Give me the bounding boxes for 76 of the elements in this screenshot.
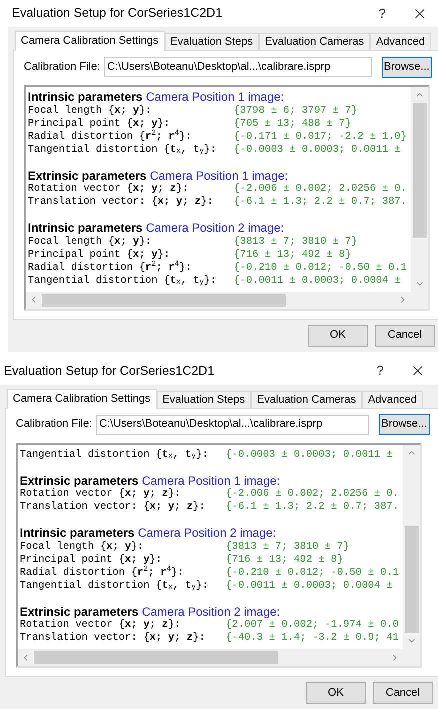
parameter-value: {716 ± 13; 492 ± 8}: [234, 248, 352, 262]
section-heading: Extrinsic parameters: [28, 168, 147, 182]
parameter-label: Translation vector: {x; y; z}:: [20, 632, 206, 645]
tab[interactable]: Evaluation Cameras: [259, 33, 370, 50]
parameter-value: {-0.0011 ± 0.0003; 0.0004 ±: [226, 580, 393, 592]
tab[interactable]: Advanced: [370, 33, 432, 50]
parameter-value: {-0.0011 ± 0.0003; 0.0004 ±: [234, 274, 401, 288]
parameter-value: {-2.006 ± 0.002; 2.0256 ± 0.: [234, 183, 408, 196]
help-button[interactable]: ?: [370, 4, 394, 24]
parameter-value: {-0.210 ± 0.012; -0.50 ± 0.1: [234, 262, 408, 274]
parameter-value: {705 ± 13; 488 ± 7}: [234, 118, 352, 130]
parameter-label: Focal length {x; y}:: [28, 104, 153, 118]
tab[interactable]: Camera Calibration Settings: [15, 31, 165, 51]
section-title: Camera Position 1 image:: [142, 474, 280, 488]
parameter-label: Focal length {x; y}:: [20, 540, 145, 554]
tab[interactable]: Evaluation Steps: [164, 33, 260, 50]
parameter-label: Tangential distortion {t$_{x}$, t$_{y}$}:: [28, 144, 218, 156]
window-title: Evaluation Setup for CorSeries1C2D1: [4, 362, 215, 380]
parameter-value: {3798 ± 6; 3797 ± 7}: [234, 104, 358, 118]
parameter-value: {716 ± 13; 492 ± 8}: [226, 554, 344, 566]
dialog-button[interactable]: OK: [308, 324, 368, 346]
parameter-label: Radial distortion {r$^{2}$; r$^{4}$}:: [28, 262, 193, 274]
section-title: Camera Position 2 image:: [142, 604, 280, 618]
calibration-file-field[interactable]: C:\Users\Boteanu\Desktop\al...\calibrare.isprp: [96, 414, 369, 434]
horizontal-scrollbar[interactable]: [18, 649, 420, 666]
window-title: Evaluation Setup for CorSeries1C2D1: [12, 5, 223, 22]
parameter-label: Principal point {x; y}:: [28, 118, 172, 130]
parameter-value: {-0.210 ± 0.012; -0.50 ± 0.1: [226, 566, 400, 580]
section-heading: Intrinsic parameters: [28, 90, 143, 104]
parameter-value: {-40.3 ± 1.4; -3.2 ± 0.9; 41: [226, 632, 400, 645]
horizontal-scrollbar[interactable]: [26, 292, 428, 308]
parameter-value: {-0.0003 ± 0.0003; 0.0011 ±: [226, 448, 393, 462]
parameter-label: Tangential distortion {t$_{x}$, t$_{y}$}:: [20, 448, 210, 462]
calibration-file-field[interactable]: C:\Users\Boteanu\Desktop\al...\calibrare.isprp: [104, 57, 372, 77]
dialog-button[interactable]: Cancel: [373, 682, 433, 704]
parameter-value: {2.007 ± 0.002; -1.974 ± 0.0: [226, 619, 400, 632]
parameter-label: Rotation vector {x; y; z}:: [28, 183, 190, 196]
browse-button[interactable]: Browse...: [378, 414, 430, 435]
tab[interactable]: Evaluation Steps: [156, 390, 252, 408]
parameter-label: Radial distortion {r$^{2}$; r$^{4}$}:: [20, 566, 185, 580]
field-label: Calibration File:: [24, 60, 100, 75]
parameter-value: {-6.1 ± 1.3; 2.2 ± 0.7; 387.: [226, 501, 400, 514]
parameter-value: {-0.0003 ± 0.0003; 0.0011 ±: [234, 144, 401, 156]
dialog-button[interactable]: Cancel: [375, 324, 435, 346]
parameter-label: Principal point {x; y}:: [28, 248, 172, 260]
parameter-value: {3813 ± 7; 3810 ± 7}: [234, 236, 358, 248]
parameter-value: {-6.1 ± 1.3; 2.2 ± 0.7; 387.: [234, 196, 408, 209]
parameter-label: Tangential distortion {t$_{x}$, t$_{y}$}:: [28, 274, 218, 288]
section-heading: Extrinsic parameters: [20, 474, 139, 488]
parameter-label: Rotation vector {x; y; z}:: [20, 619, 182, 632]
section-title: Camera Position 2 image:: [146, 221, 284, 235]
section-heading: Intrinsic parameters: [20, 526, 135, 540]
parameter-label: Principal point {x; y}:: [20, 554, 164, 566]
parameter-label: Translation vector: {x; y; z}:: [28, 196, 214, 209]
parameter-value: {3813 ± 7; 3810 ± 7}: [226, 540, 350, 554]
section-heading: Extrinsic parameters: [20, 604, 139, 618]
parameter-label: Translation vector: {x; y; z}:: [20, 501, 206, 514]
tab[interactable]: Advanced: [362, 390, 424, 408]
parameter-label: Focal length {x; y}:: [28, 236, 153, 248]
browse-button[interactable]: Browse...: [382, 56, 432, 78]
vertical-scrollbar[interactable]: [403, 444, 420, 649]
parameter-value: {-2.006 ± 0.002; 2.0256 ± 0.: [226, 488, 400, 501]
dialog-button[interactable]: OK: [306, 682, 366, 704]
tab[interactable]: Evaluation Cameras: [251, 390, 362, 408]
parameter-label: Tangential distortion {t$_{x}$, t$_{y}$}:: [20, 580, 210, 592]
field-label: Calibration File:: [16, 417, 92, 432]
help-button[interactable]: ?: [368, 361, 392, 381]
vertical-scrollbar[interactable]: [411, 87, 428, 292]
section-title: Camera Position 1 image:: [150, 168, 288, 182]
parameter-value: {-0.171 ± 0.017; -2.2 ± 1.0}: [234, 130, 408, 144]
section-title: Camera Position 2 image:: [138, 526, 276, 540]
parameter-label: Rotation vector {x; y; z}:: [20, 488, 182, 501]
parameter-label: Radial distortion {r$^{2}$; r$^{4}$}:: [28, 130, 193, 144]
section-heading: Intrinsic parameters: [28, 221, 143, 235]
section-title: Camera Position 1 image:: [146, 90, 284, 104]
tab[interactable]: Camera Calibration Settings: [7, 388, 157, 408]
